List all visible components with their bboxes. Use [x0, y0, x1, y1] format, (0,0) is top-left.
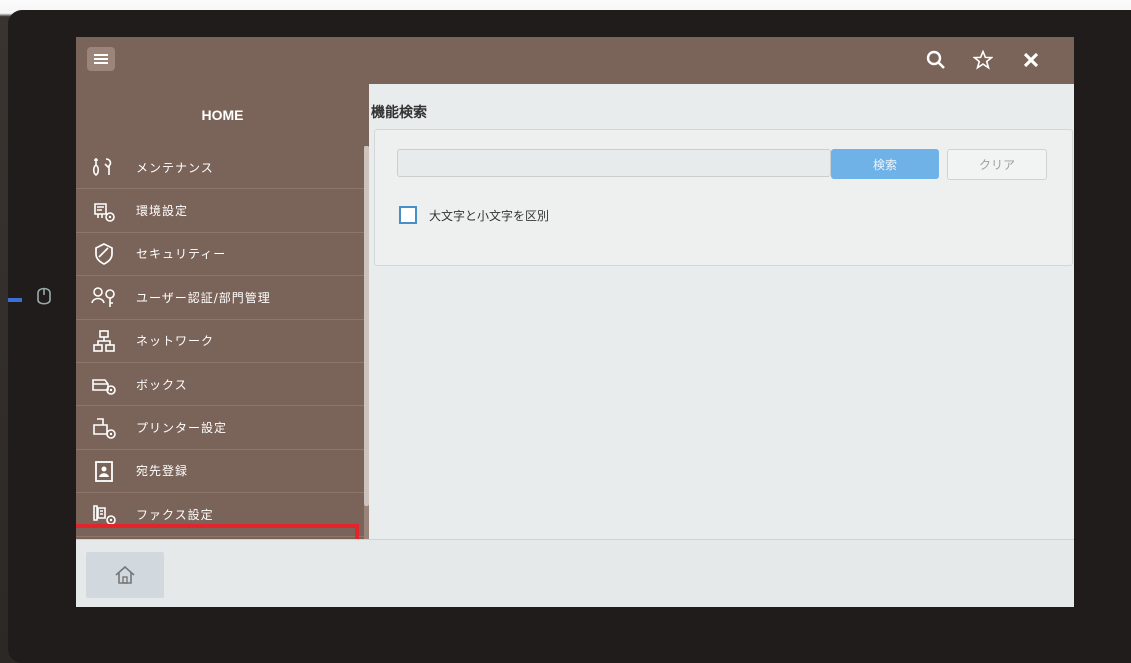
search-panel: 検索 クリア 大文字と小文字を区別 — [374, 129, 1073, 266]
sidebar-item-box[interactable]: ボックス — [76, 363, 364, 407]
maintenance-icon — [84, 155, 124, 179]
sidebar-item-label: ボックス — [136, 377, 188, 392]
sidebar-item-security[interactable]: セキュリティー — [76, 233, 364, 277]
touch-screen: HOME メンテナンス 環境設定 セキュリティー ユーザー認証/部門管理 ネット… — [76, 37, 1074, 607]
sidebar-item-environment[interactable]: 環境設定 — [76, 189, 364, 233]
clear-button[interactable]: クリア — [947, 149, 1047, 180]
fax-settings-icon — [84, 502, 124, 526]
sidebar-item-label: セキュリティー — [136, 247, 227, 262]
case-sensitive-checkbox[interactable] — [399, 206, 417, 224]
star-icon[interactable] — [969, 46, 997, 74]
power-saving-icon[interactable] — [32, 282, 56, 310]
sidebar-item-label: ネットワーク — [136, 334, 215, 349]
search-input[interactable] — [397, 149, 831, 177]
sidebar-item-label: プリンター設定 — [136, 421, 228, 436]
bottom-bar — [76, 539, 1074, 607]
search-button[interactable]: 検索 — [831, 149, 939, 179]
environment-settings-icon — [84, 199, 124, 223]
user-auth-icon — [84, 285, 124, 309]
sidebar-title: HOME — [201, 107, 244, 123]
sidebar-item-label: 環境設定 — [136, 204, 189, 219]
home-icon — [114, 565, 136, 585]
sidebar-list: メンテナンス 環境設定 セキュリティー ユーザー認証/部門管理 ネットワーク ボ… — [76, 146, 364, 537]
sidebar-item-printer[interactable]: プリンター設定 — [76, 406, 364, 450]
sidebar-item-address[interactable]: 宛先登録 — [76, 450, 364, 494]
sidebar-item-maintenance[interactable]: メンテナンス — [76, 146, 364, 190]
close-icon[interactable] — [1017, 46, 1045, 74]
main-panel: 機能検索 検索 クリア 大文字と小文字を区別 — [369, 84, 1074, 539]
sidebar-item-user-auth[interactable]: ユーザー認証/部門管理 — [76, 276, 364, 320]
printer-settings-icon — [84, 416, 124, 440]
security-icon — [84, 242, 124, 266]
sidebar-item-label: ユーザー認証/部門管理 — [136, 290, 271, 305]
highlight-box — [76, 524, 359, 539]
page-title: 機能検索 — [371, 105, 427, 121]
box-icon — [84, 372, 124, 396]
sidebar-item-label: メンテナンス — [136, 160, 214, 175]
search-icon[interactable] — [922, 46, 950, 74]
status-led — [8, 298, 22, 302]
case-sensitive-label: 大文字と小文字を区別 — [429, 209, 550, 223]
sidebar-item-label: ファクス設定 — [136, 507, 214, 522]
network-icon — [84, 329, 124, 353]
top-bar — [76, 37, 1074, 84]
address-book-icon — [84, 459, 124, 483]
hamburger-icon[interactable] — [87, 47, 115, 71]
home-button[interactable] — [86, 552, 164, 598]
sidebar-item-label: 宛先登録 — [136, 464, 189, 479]
sidebar: HOME メンテナンス 環境設定 セキュリティー ユーザー認証/部門管理 ネット… — [76, 84, 369, 539]
sidebar-item-network[interactable]: ネットワーク — [76, 320, 364, 363]
